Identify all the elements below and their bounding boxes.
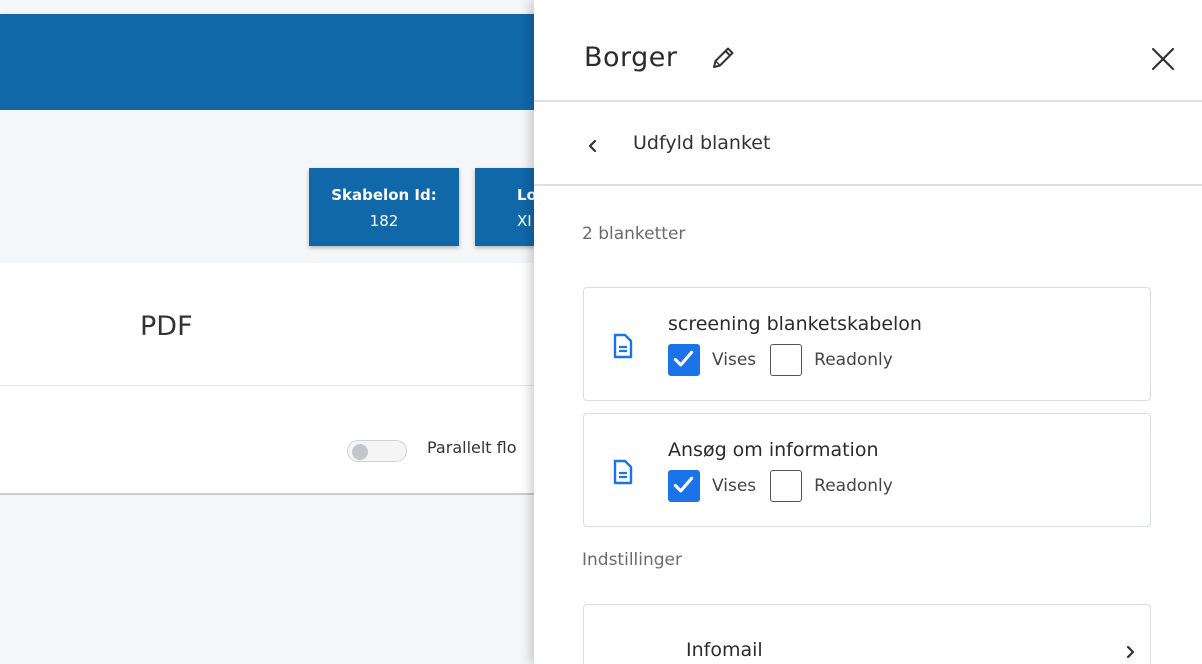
form-options: Vises Readonly (668, 470, 907, 502)
app-header-bar (0, 14, 560, 110)
pencil-icon[interactable] (709, 44, 737, 72)
template-id-card: Skabelon Id: 182 (309, 168, 459, 246)
toggle-knob (352, 444, 368, 460)
readonly-checkbox[interactable] (770, 470, 803, 502)
chevron-right-icon (1126, 645, 1135, 659)
toggle-section: Parallelt flo (0, 386, 560, 495)
close-icon[interactable] (1148, 44, 1178, 74)
readonly-label: Readonly (814, 350, 893, 370)
form-card: screening blanketskabelon Vises Readonly (583, 287, 1151, 401)
vises-label: Vises (712, 476, 757, 496)
form-name: screening blanketskabelon (668, 313, 922, 335)
form-card: Ansøg om information Vises Readonly (583, 413, 1151, 527)
vises-label: Vises (712, 350, 757, 370)
template-id-value: 182 (369, 212, 399, 230)
infomail-setting-item[interactable]: Infomail (583, 604, 1151, 664)
parallel-flow-toggle[interactable] (347, 440, 407, 462)
forms-count-label: 2 blanketter (582, 224, 686, 244)
form-options: Vises Readonly (668, 344, 907, 376)
chevron-left-icon[interactable] (584, 135, 602, 157)
document-icon (613, 333, 633, 359)
infomail-label: Infomail (686, 639, 763, 661)
back-nav-row[interactable]: Udfyld blanket (534, 104, 1202, 186)
template-info-area: Skabelon Id: 182 Lo XI (0, 110, 560, 263)
pdf-section: PDF (0, 263, 560, 386)
settings-section-label: Indstillinger (582, 550, 683, 570)
side-panel: Borger Udfyld blanket 2 blanketter scree… (534, 0, 1202, 664)
vises-checkbox[interactable] (668, 344, 700, 376)
checkmark-icon (673, 476, 694, 493)
back-nav-label[interactable]: Udfyld blanket (633, 132, 770, 154)
readonly-checkbox[interactable] (770, 344, 803, 376)
vises-checkbox[interactable] (668, 470, 700, 502)
checkmark-icon (673, 350, 694, 367)
pdf-title: PDF (140, 311, 193, 342)
parallel-flow-label: Parallelt flo (427, 438, 517, 457)
panel-header: Borger (534, 0, 1202, 102)
form-name: Ansøg om information (668, 439, 879, 461)
template-id-label: Skabelon Id: (331, 186, 437, 204)
panel-title: Borger (584, 42, 678, 73)
readonly-label: Readonly (814, 476, 893, 496)
document-icon (613, 459, 633, 485)
